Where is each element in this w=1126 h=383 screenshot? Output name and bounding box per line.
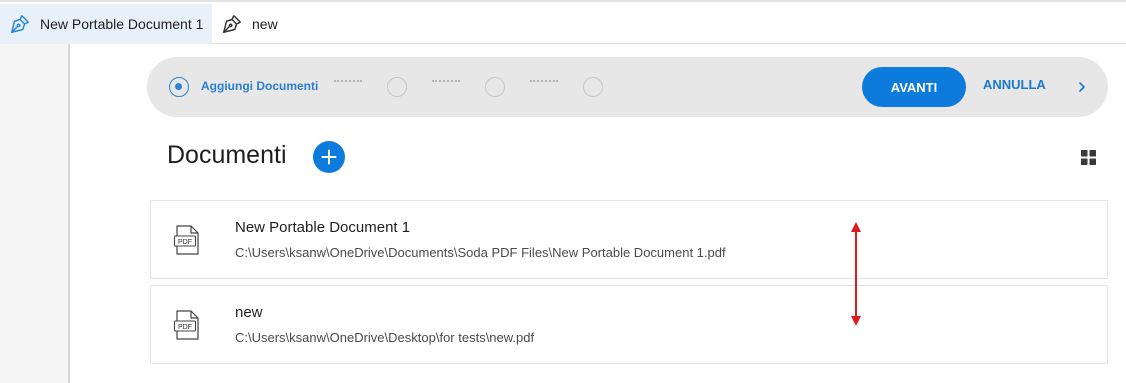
document-name: new	[235, 304, 263, 321]
wizard-stepper: Aggiungi Documenti AVANTI ANNULLA	[147, 57, 1108, 117]
document-path: C:\Users\ksanw\OneDrive\Desktop\for test…	[235, 330, 535, 345]
grid-view-icon[interactable]	[1079, 148, 1097, 166]
step-4-indicator[interactable]	[583, 77, 603, 97]
document-name: New Portable Document 1	[235, 219, 411, 236]
svg-text:PDF: PDF	[178, 324, 192, 331]
tab-new[interactable]: new	[212, 4, 292, 44]
cancel-button[interactable]: ANNULLA	[983, 77, 1046, 97]
pen-nib-icon	[8, 12, 32, 36]
plus-icon	[321, 149, 337, 165]
next-button[interactable]: AVANTI	[862, 67, 966, 107]
step-1-label[interactable]: Aggiungi Documenti	[201, 79, 318, 93]
document-list-item[interactable]: PDF new C:\Users\ksanw\OneDrive\Desktop\…	[150, 285, 1108, 364]
tab-new-portable-document-1[interactable]: New Portable Document 1	[0, 4, 212, 44]
chevron-right-icon[interactable]	[1072, 76, 1092, 98]
step-3-indicator[interactable]	[485, 77, 505, 97]
pdf-file-icon: PDF	[173, 309, 201, 341]
step-connector	[530, 80, 558, 84]
svg-text:PDF: PDF	[178, 239, 192, 246]
step-1-indicator[interactable]	[169, 77, 189, 97]
document-path: C:\Users\ksanw\OneDrive\Documents\Soda P…	[235, 245, 726, 260]
pdf-file-icon: PDF	[173, 224, 201, 256]
step-connector	[432, 80, 460, 84]
tab-label: New Portable Document 1	[40, 16, 204, 32]
page-title: Documenti	[167, 141, 287, 169]
reorder-arrow-annotation	[848, 222, 864, 326]
pen-nib-icon	[220, 12, 244, 36]
add-document-button[interactable]	[313, 141, 345, 173]
tab-label: new	[252, 16, 278, 32]
left-sidebar	[0, 44, 70, 383]
document-tab-bar: New Portable Document 1 new	[0, 0, 1126, 44]
document-list-item[interactable]: PDF New Portable Document 1 C:\Users\ksa…	[150, 200, 1108, 279]
step-connector	[334, 80, 362, 84]
step-2-indicator[interactable]	[387, 77, 407, 97]
